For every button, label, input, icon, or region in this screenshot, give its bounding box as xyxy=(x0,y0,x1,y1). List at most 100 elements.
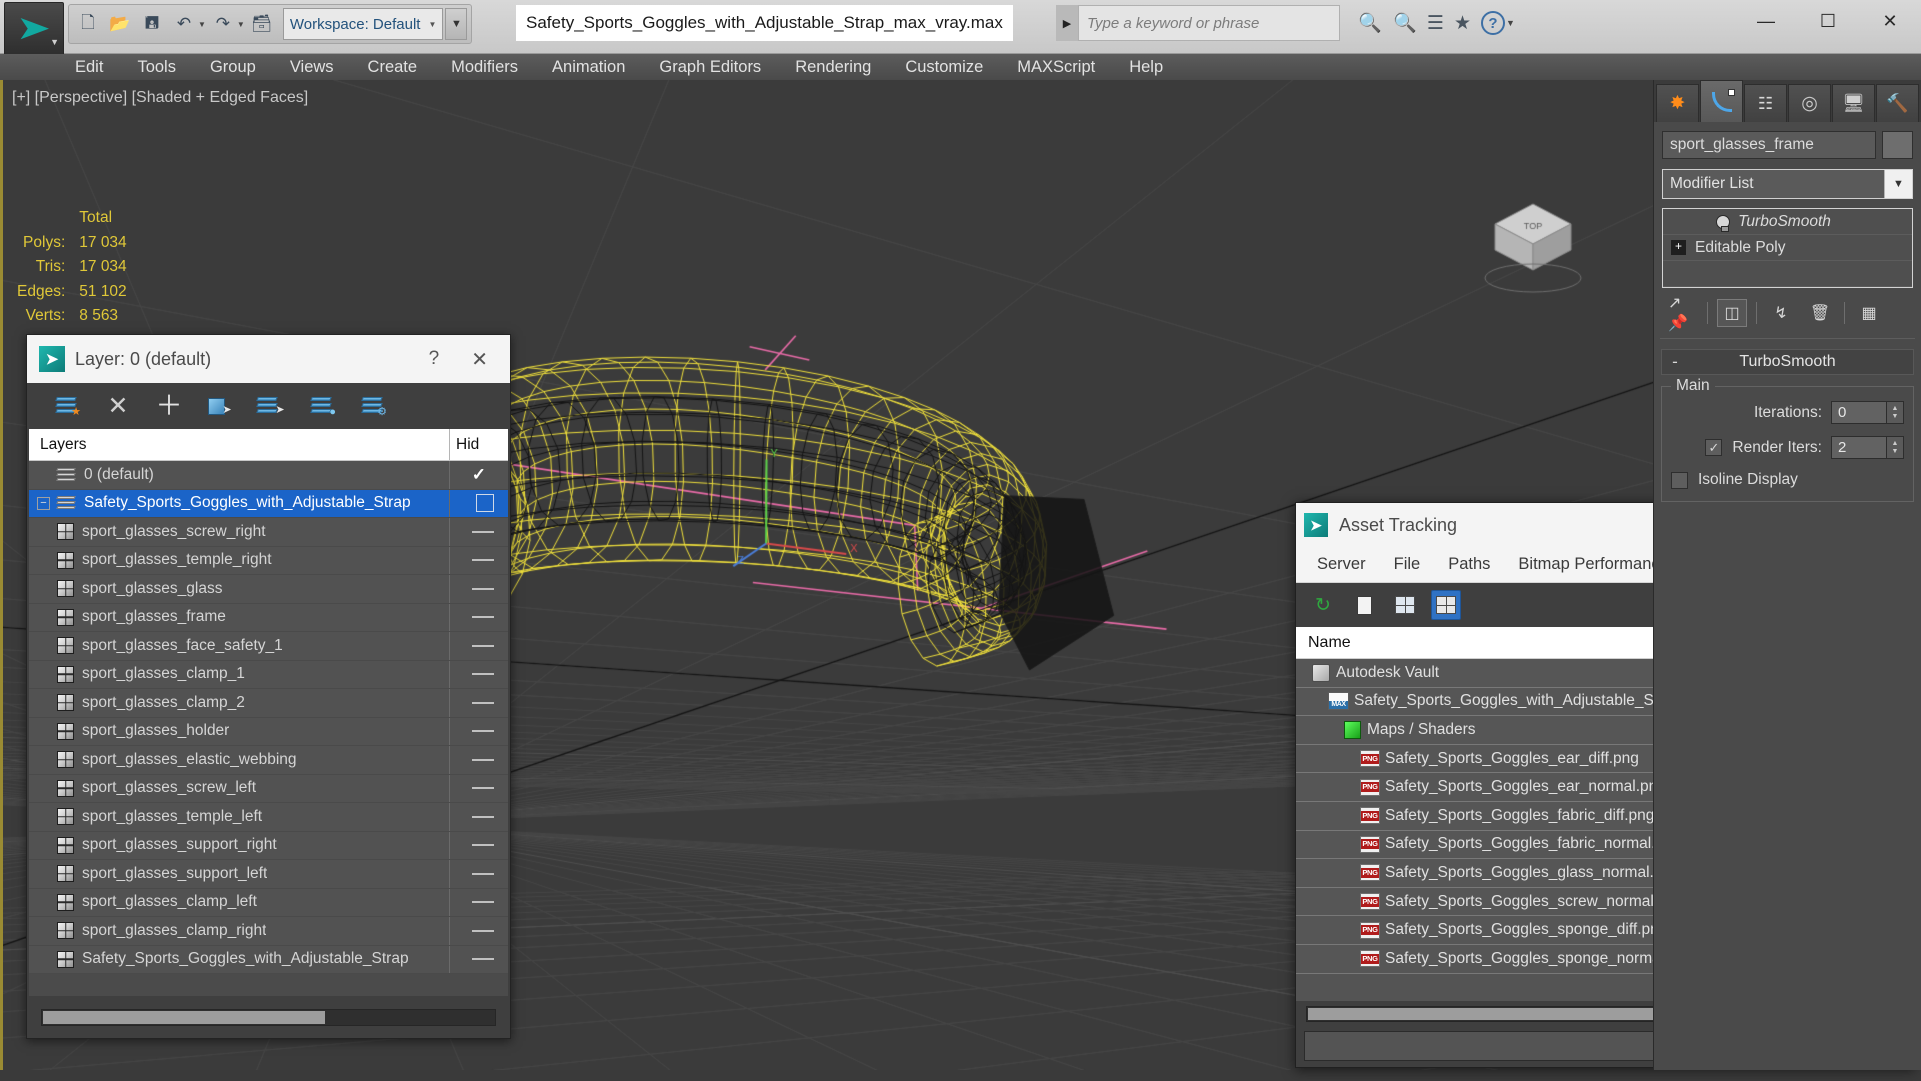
spinner-arrows-icon[interactable]: ▲ ▼ xyxy=(1887,436,1904,459)
add-layer-icon[interactable]: ＋ xyxy=(155,392,183,420)
layer-column-header-name[interactable]: Layers xyxy=(29,436,449,454)
help-button[interactable]: ? ▼ xyxy=(1481,11,1515,35)
select-objects-in-layer-icon[interactable]: ➤ xyxy=(206,392,234,420)
menu-edit[interactable]: Edit xyxy=(58,55,120,80)
layer-horizontal-scrollbar[interactable] xyxy=(41,1008,496,1026)
refresh-icon[interactable]: ↻ xyxy=(1308,590,1338,620)
menu-create[interactable]: Create xyxy=(351,55,435,80)
layer-dialog-close-button[interactable]: ✕ xyxy=(455,347,504,372)
hidden-toggle[interactable] xyxy=(472,730,494,733)
active-layer-checkmark[interactable]: ✓ xyxy=(472,465,486,485)
render-iters-spinner[interactable]: 2 ▲ ▼ xyxy=(1831,436,1904,459)
search-icon[interactable]: 🔍 xyxy=(1393,11,1417,35)
hidden-toggle[interactable] xyxy=(472,844,494,847)
asset-menu-server[interactable]: Server xyxy=(1306,552,1377,577)
layer-row[interactable]: − Safety_Sports_Goggles_with_Adjustable_S… xyxy=(29,489,508,518)
redo-dropdown-icon[interactable]: ▼ xyxy=(237,20,245,29)
lightbulb-icon[interactable] xyxy=(1716,214,1731,232)
hidden-toggle[interactable] xyxy=(472,673,494,676)
utilities-tab[interactable]: 🔨 xyxy=(1876,84,1919,122)
remove-modifier-button[interactable]: 🗑 xyxy=(1805,299,1835,327)
new-file-button[interactable]: 🗋 xyxy=(73,8,103,40)
hidden-toggle[interactable] xyxy=(472,587,494,590)
asset-menu-file[interactable]: File xyxy=(1383,552,1432,577)
workspace-dropdown-button[interactable]: ▼ xyxy=(445,8,468,40)
select-highlighted-layers-objects-icon[interactable]: ➤ xyxy=(256,392,285,420)
layer-row[interactable]: sport_glasses_temple_right xyxy=(29,546,508,575)
menu-group[interactable]: Group xyxy=(193,55,273,80)
infocenter-icon[interactable]: 🔍 xyxy=(1358,11,1383,35)
configure-modifier-sets-button[interactable]: ▦ xyxy=(1854,299,1884,327)
layer-row[interactable]: sport_glasses_frame xyxy=(29,603,508,632)
create-new-layer-icon[interactable]: ★ xyxy=(53,392,81,420)
hidden-toggle[interactable] xyxy=(472,530,494,533)
modifier-stack-empty[interactable] xyxy=(1663,261,1912,287)
menu-animation[interactable]: Animation xyxy=(535,55,642,80)
menu-help[interactable]: Help xyxy=(1112,55,1180,80)
iterations-value[interactable]: 0 xyxy=(1831,401,1887,424)
scrollbar-thumb[interactable] xyxy=(43,1010,325,1024)
detail-view-icon[interactable] xyxy=(1390,590,1420,620)
modify-tab[interactable] xyxy=(1700,80,1743,122)
hidden-toggle[interactable] xyxy=(472,815,494,818)
set-project-folder-button[interactable]: 🗃 xyxy=(247,8,277,40)
layer-row[interactable]: sport_glasses_temple_left xyxy=(29,803,508,832)
viewport-label[interactable]: [+] [Perspective] [Shaded + Edged Faces] xyxy=(12,89,308,107)
search-input[interactable]: Type a keyword or phrase xyxy=(1078,5,1340,41)
pin-stack-button[interactable]: ↗📌 xyxy=(1668,295,1698,332)
layer-rows-container[interactable]: 0 (default) ✓ − Safety_Sports_Goggles_with_… xyxy=(29,461,508,996)
iterations-spinner[interactable]: 0 ▲ ▼ xyxy=(1831,401,1904,424)
hidden-toggle[interactable] xyxy=(472,929,494,932)
undo-button[interactable]: ↶ xyxy=(169,8,199,40)
maximize-button[interactable]: ☐ xyxy=(1797,0,1859,42)
modifier-list-dropdown[interactable]: Modifier List ▼ xyxy=(1662,169,1913,199)
chevron-down-icon[interactable]: ▼ xyxy=(1884,170,1912,198)
menu-rendering[interactable]: Rendering xyxy=(778,55,888,80)
display-tab[interactable]: 🖥 xyxy=(1832,84,1875,122)
collapse-icon[interactable]: - xyxy=(1662,352,1688,372)
highlight-selected-objects-layer-icon[interactable]: ● xyxy=(308,392,336,420)
layer-row[interactable]: sport_glasses_holder xyxy=(29,717,508,746)
hidden-toggle[interactable] xyxy=(472,901,494,904)
minimize-button[interactable]: — xyxy=(1735,0,1797,42)
redo-button[interactable]: ↷ xyxy=(208,8,238,40)
hidden-toggle[interactable] xyxy=(472,559,494,562)
layer-row[interactable]: sport_glasses_screw_left xyxy=(29,774,508,803)
hidden-toggle[interactable] xyxy=(472,872,494,875)
rollout-header[interactable]: - TurboSmooth xyxy=(1661,349,1914,375)
asset-menu-paths[interactable]: Paths xyxy=(1437,552,1501,577)
menu-maxscript[interactable]: MAXScript xyxy=(1000,55,1112,80)
layer-row[interactable]: sport_glasses_glass xyxy=(29,575,508,604)
menu-customize[interactable]: Customize xyxy=(888,55,1000,80)
hidden-toggle[interactable] xyxy=(472,787,494,790)
hidden-toggle[interactable] xyxy=(476,494,494,513)
create-tab[interactable]: ✸ xyxy=(1656,84,1699,122)
object-color-swatch[interactable] xyxy=(1882,131,1913,159)
hidden-toggle[interactable] xyxy=(472,644,494,647)
render-iters-checkbox[interactable]: ✓ xyxy=(1705,439,1723,456)
show-end-result-button[interactable]: ◫ xyxy=(1717,299,1747,327)
layer-row[interactable]: sport_glasses_support_left xyxy=(29,860,508,889)
make-unique-button[interactable]: ↯ xyxy=(1766,299,1796,327)
modifier-stack-item-turbosmooth[interactable]: TurboSmooth xyxy=(1663,209,1912,235)
modifier-stack[interactable]: TurboSmooth + Editable Poly xyxy=(1662,208,1913,288)
layer-explorer-dialog[interactable]: ➤ Layer: 0 (default) ? ✕ ★ ✕ ＋ ➤ ➤ ● ⚙ L… xyxy=(26,334,511,1039)
save-file-button[interactable]: 🖪 xyxy=(137,8,167,40)
layer-row[interactable]: sport_glasses_face_safety_1 xyxy=(29,632,508,661)
subscription-icon[interactable]: ☰ xyxy=(1427,12,1444,35)
layer-row[interactable]: sport_glasses_elastic_webbing xyxy=(29,746,508,775)
workspace-selector[interactable]: Workspace: Default ▼ xyxy=(282,8,444,40)
menu-tools[interactable]: Tools xyxy=(120,55,193,80)
expand-icon[interactable]: + xyxy=(1671,240,1686,255)
grid-view-icon[interactable] xyxy=(1431,590,1461,620)
layer-row[interactable]: Safety_Sports_Goggles_with_Adjustable_St… xyxy=(29,945,508,974)
hidden-toggle[interactable] xyxy=(472,701,494,704)
expand-collapse-icon[interactable]: − xyxy=(37,496,50,510)
layer-row[interactable]: sport_glasses_clamp_right xyxy=(29,917,508,946)
layer-properties-icon[interactable]: ⚙ xyxy=(359,392,387,420)
object-name-field[interactable]: sport_glasses_frame xyxy=(1662,131,1876,159)
hidden-toggle[interactable] xyxy=(472,616,494,619)
open-file-button[interactable]: 📂 xyxy=(105,8,135,40)
spinner-arrows-icon[interactable]: ▲ ▼ xyxy=(1887,401,1904,424)
menu-graph-editors[interactable]: Graph Editors xyxy=(642,55,778,80)
